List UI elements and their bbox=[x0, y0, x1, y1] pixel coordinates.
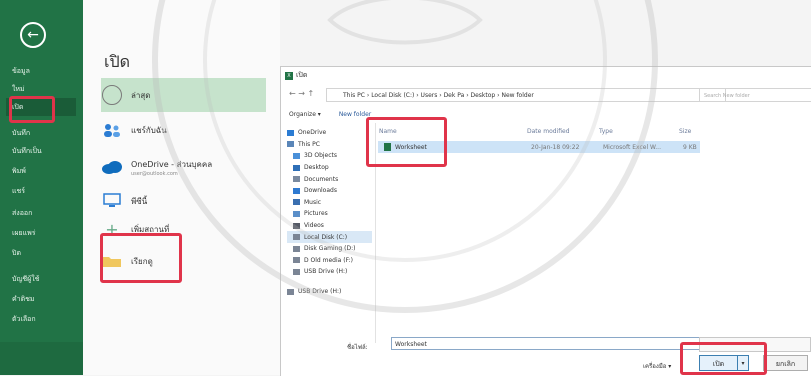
nav-item[interactable]: Disk Gaming (D:) bbox=[287, 243, 372, 255]
file-size: 9 KB bbox=[683, 143, 697, 151]
nav-item-label: OneDrive bbox=[298, 129, 327, 137]
folder-icon bbox=[293, 257, 300, 264]
place-recent[interactable]: ล่าสุด bbox=[101, 78, 266, 112]
sidebar-item[interactable]: เผยแพร่ bbox=[6, 224, 76, 242]
sidebar-item[interactable]: แชร์ bbox=[6, 182, 76, 200]
nav-item[interactable]: This PC bbox=[287, 139, 372, 151]
sidebar-item[interactable]: พิมพ์ bbox=[6, 162, 76, 180]
nav-item[interactable]: Music bbox=[287, 197, 372, 209]
nav-item-label: Videos bbox=[304, 222, 324, 230]
nav-item-label: 3D Objects bbox=[304, 152, 338, 160]
file-type: Microsoft Excel W... bbox=[603, 143, 661, 151]
highlight-box-open-button bbox=[680, 342, 767, 375]
folder-icon bbox=[293, 164, 300, 171]
nav-item-label: Documents bbox=[304, 175, 339, 183]
folder-icon bbox=[287, 288, 294, 295]
place-label: ล่าสุด bbox=[131, 90, 151, 100]
nav-item[interactable]: Local Disk (C:) bbox=[287, 231, 372, 243]
column-header-type[interactable]: Type bbox=[599, 128, 679, 135]
place-onedrive[interactable]: OneDrive - ส่วนบุคคล user@outlook.com bbox=[101, 150, 266, 184]
navigation-pane: OneDrive This PC 3D Objects Desktop Document… bbox=[287, 127, 372, 339]
nav-item[interactable]: Downloads bbox=[287, 185, 372, 197]
place-label: แชร์กับฉัน bbox=[131, 125, 167, 135]
cloud-icon bbox=[101, 156, 123, 178]
nav-item-label: Downloads bbox=[304, 187, 337, 195]
sidebar-item[interactable]: ปิด bbox=[6, 244, 76, 262]
column-header-date[interactable]: Date modified bbox=[527, 128, 599, 135]
folder-icon bbox=[293, 187, 300, 194]
folder-icon bbox=[293, 176, 300, 183]
sidebar-item[interactable]: คำติชม bbox=[6, 290, 76, 308]
open-panel: เปิด ล่าสุด แชร์กับฉัน OneDrive - ส่วนบุ… bbox=[83, 0, 280, 375]
folder-icon bbox=[293, 245, 300, 252]
place-sublabel: user@outlook.com bbox=[131, 170, 178, 177]
search-input[interactable]: Search New folder bbox=[699, 88, 811, 102]
folder-icon bbox=[293, 199, 300, 206]
nav-item[interactable]: D Old media (F:) bbox=[287, 255, 372, 267]
dialog-toolbar: Organize ▾ New folder bbox=[289, 111, 371, 118]
highlight-box-open bbox=[9, 96, 55, 123]
nav-item[interactable]: Pictures bbox=[287, 208, 372, 220]
sidebar-item[interactable]: ส่งออก bbox=[6, 204, 76, 222]
nav-item[interactable]: Documents bbox=[287, 173, 372, 185]
highlight-box-file bbox=[366, 117, 447, 167]
nav-item-label: USB Drive (H:) bbox=[298, 288, 342, 296]
sidebar-item[interactable]: ตัวเลือก bbox=[6, 310, 76, 328]
sidebar-item[interactable]: ข้อมูล bbox=[6, 62, 76, 80]
folder-icon bbox=[293, 222, 300, 229]
column-header-size[interactable]: Size bbox=[679, 128, 691, 135]
sidebar-item[interactable]: บัญชีผู้ใช้ bbox=[6, 270, 76, 288]
sidebar-item[interactable]: บันทึก bbox=[6, 124, 76, 142]
sidebar-item[interactable]: บันทึกเป็น bbox=[6, 142, 76, 160]
nav-item[interactable]: OneDrive bbox=[287, 127, 372, 139]
folder-icon bbox=[293, 234, 300, 241]
nav-item[interactable]: USB Drive (H:) bbox=[287, 266, 372, 278]
folder-icon bbox=[293, 152, 300, 159]
dialog-title: X เปิด bbox=[285, 70, 307, 81]
page-title: เปิด bbox=[104, 52, 131, 71]
sidebar-footer bbox=[0, 342, 83, 375]
folder-icon bbox=[287, 141, 294, 148]
nav-item[interactable]: Desktop bbox=[287, 162, 372, 174]
folder-icon bbox=[293, 210, 300, 217]
nav-item-label: This PC bbox=[298, 140, 320, 148]
cancel-button[interactable]: ยกเลิก bbox=[763, 355, 808, 371]
folder-icon bbox=[287, 129, 294, 136]
excel-icon: X bbox=[285, 71, 293, 80]
computer-icon bbox=[101, 190, 123, 212]
clock-icon bbox=[101, 84, 123, 106]
nav-item-label: Local Disk (C:) bbox=[304, 233, 348, 241]
people-icon bbox=[101, 119, 123, 141]
nav-item-label: D Old media (F:) bbox=[304, 256, 353, 264]
filename-label: ชื่อไฟล์: bbox=[347, 344, 368, 351]
organize-button[interactable]: Organize ▾ bbox=[289, 111, 321, 118]
nav-item-label: Desktop bbox=[304, 164, 329, 172]
backstage-sidebar: ← ข้อมูล ใหม่ เปิด บันทึก บันทึกเป็น พิมพ์ แชร… bbox=[0, 0, 83, 375]
back-forward-icon[interactable]: ← → ↑ bbox=[289, 89, 314, 98]
nav-item[interactable]: 3D Objects bbox=[287, 150, 372, 162]
place-shared[interactable]: แชร์กับฉัน bbox=[101, 113, 266, 147]
back-arrow-icon[interactable]: ← bbox=[20, 22, 46, 48]
nav-item-label: Pictures bbox=[304, 210, 328, 218]
place-label: พีซีนี้ bbox=[131, 196, 148, 206]
address-bar[interactable]: This PC › Local Disk (C:) › Users › Dek … bbox=[326, 88, 726, 102]
tools-dropdown[interactable]: เครื่องมือ ▾ bbox=[643, 361, 671, 371]
nav-item-label: USB Drive (H:) bbox=[304, 268, 348, 276]
nav-item[interactable]: Videos bbox=[287, 220, 372, 232]
nav-item[interactable]: USB Drive (H:) bbox=[287, 286, 372, 298]
file-date: 20-Jan-18 09:22 bbox=[531, 143, 580, 151]
open-file-dialog: X เปิด ← → ↑ This PC › Local Disk (C:) ›… bbox=[280, 66, 811, 376]
highlight-box-browse bbox=[100, 233, 182, 283]
folder-icon bbox=[293, 268, 300, 275]
nav-item-label: Music bbox=[304, 198, 322, 206]
nav-item-label: Disk Gaming (D:) bbox=[304, 245, 356, 253]
place-label: OneDrive - ส่วนบุคคล bbox=[131, 159, 213, 169]
